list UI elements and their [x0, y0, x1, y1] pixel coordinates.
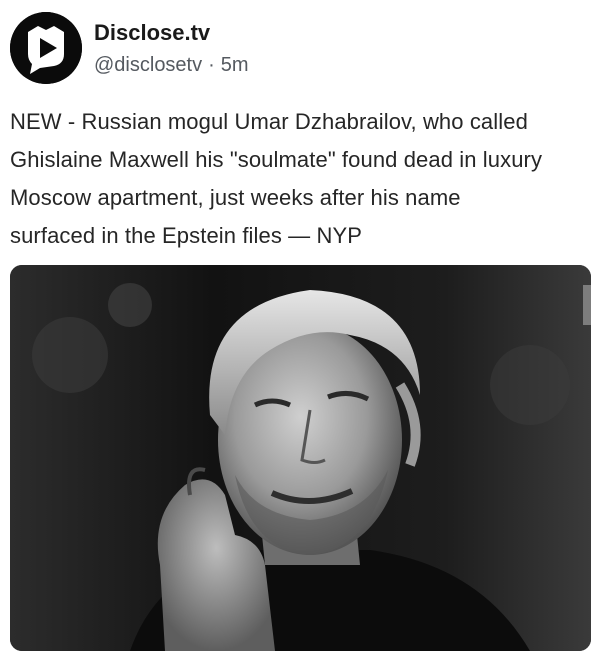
post-timestamp[interactable]: 5m — [221, 54, 249, 76]
meta-separator: · — [208, 54, 215, 77]
post-header: Disclose.tv @disclosetv · 5m — [10, 12, 607, 84]
play-icon — [10, 12, 82, 84]
author-meta: @disclosetv · 5m — [94, 54, 249, 77]
avatar[interactable] — [10, 12, 82, 84]
author-display-name[interactable]: Disclose.tv — [94, 20, 210, 46]
post-card: Disclose.tv @disclosetv · 5m NEW - Russian… — [0, 0, 607, 660]
author-handle[interactable]: @disclosetv — [94, 54, 202, 76]
post-text: NEW - Russian mogul Umar Dzhabrailov, wh… — [10, 109, 543, 248]
portrait-photo — [10, 265, 591, 651]
post-photo[interactable] — [10, 265, 591, 651]
